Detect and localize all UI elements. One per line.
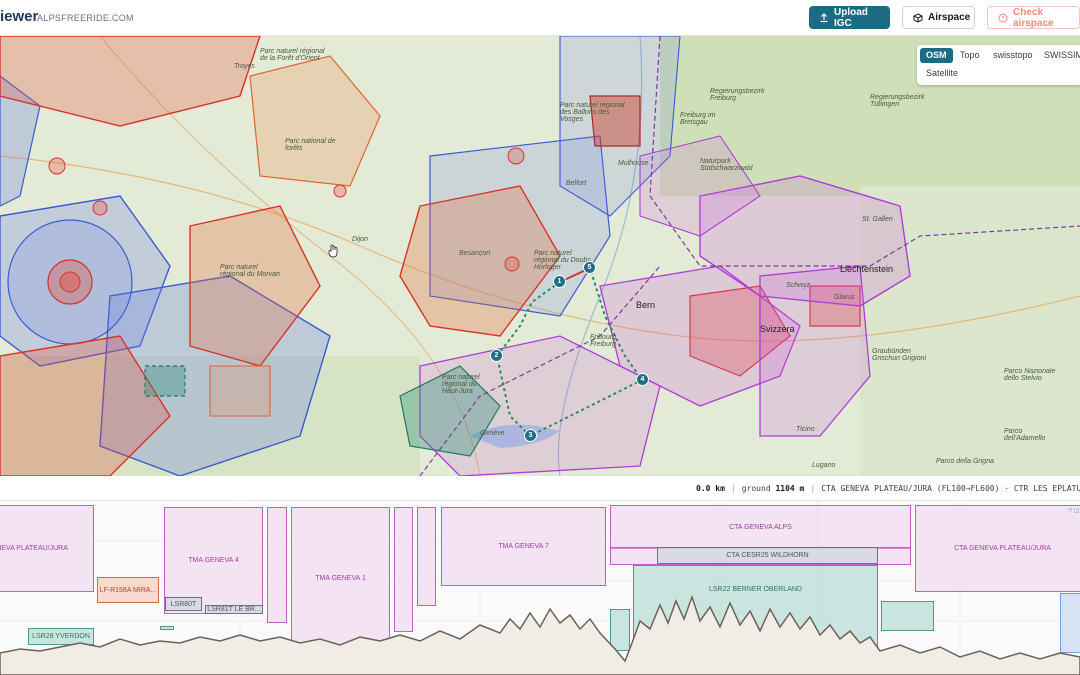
layer-swisstopo-button[interactable]: swisstopo [987, 48, 1039, 63]
map-label: Parc naturel régional du Morvan [220, 264, 280, 278]
map-label: Parc naturel régional du Haut-Jura [442, 374, 480, 395]
map-label: Fribourg Freiburg [590, 334, 617, 348]
waypoint-marker-4[interactable]: 4 [636, 373, 649, 386]
terrain-profile [0, 594, 1080, 675]
map-label: Bern [636, 300, 656, 310]
map-label: Graubünden Grischun Grigioni [872, 348, 927, 362]
airspace-button[interactable]: Airspace [902, 6, 975, 29]
layer-swissimage-button[interactable]: SWISSIMA [1038, 48, 1080, 63]
upload-icon [820, 12, 828, 22]
profile-status-bar: 0.0 km | ground 1104 m | CTA GENEVA PLATEAU/… [0, 476, 1080, 501]
layer-osm-button[interactable]: OSM [920, 48, 953, 63]
map-label: Mulhouse [618, 160, 649, 167]
layer-satellite-button[interactable]: Satellite [920, 66, 964, 81]
map-label: Naturpark Südschwarzwald [700, 158, 753, 172]
map-label: Parc naturel régional des Ballons des Vo… [560, 102, 625, 123]
map-label: St. Gallen [862, 216, 893, 223]
check-airspace-button[interactable]: Check airspace [987, 6, 1080, 29]
waypoint-marker-1[interactable]: 1 [553, 275, 566, 288]
waypoint-marker-2[interactable]: 2 [490, 349, 503, 362]
upload-igc-button[interactable]: Upload IGC [809, 6, 890, 29]
map-label: Besançon [459, 250, 491, 257]
map-label: Parco Nazionale dello Stelvio [1004, 368, 1056, 382]
map-label: Regierungsbezirk Tübingen [870, 94, 925, 108]
waypoint-marker-3[interactable]: 3 [524, 429, 537, 442]
distance-value: 0.0 km [696, 484, 725, 493]
map-label: Glarus [834, 294, 855, 301]
cube-icon [913, 12, 923, 23]
map-label: Ticino [796, 426, 815, 433]
map-label: Freiburg im Breisgau [680, 112, 716, 126]
upload-igc-label: Upload IGC [834, 6, 868, 29]
map-label: Parc naturel régional de la Forêt d'Orie… [260, 48, 325, 62]
map-label: Troyes [234, 63, 255, 70]
ground-value: 1104 m [775, 484, 805, 493]
app-title: iewer [0, 8, 39, 25]
ground-label: ground [741, 484, 771, 493]
airspace-list: CTA GENEVA PLATEAU/JURA (FL100→FL600) · … [821, 484, 1080, 493]
map-label: Dijon [352, 236, 368, 243]
map-label: Genève [480, 430, 505, 437]
map-label: Parco dell'Adamello [1004, 428, 1046, 442]
cursor-readout: 0.0 km | ground 1104 m | CTA GENEVA PLATEAU/… [696, 484, 1080, 493]
layer-switcher: OSM Topo swisstopo SWISSIMA Satellite [917, 45, 1080, 85]
top-bar: iewer ALPSFREERIDE.COM Upload IGC Airspa… [0, 0, 1080, 36]
map-label: Liechtenstein [840, 264, 894, 274]
hand-cursor-icon [328, 244, 338, 258]
map-view[interactable]: Troyes Parc naturel régional de la Forêt… [0, 36, 1080, 476]
airspace-label: Airspace [928, 12, 971, 23]
map-label: Belfort [566, 180, 587, 187]
layer-topo-button[interactable]: Topo [954, 48, 986, 63]
map-label: Parc national de forêts [285, 138, 336, 152]
alert-circle-icon [998, 13, 1008, 22]
waypoint-marker-5[interactable]: 5 [583, 261, 596, 274]
map-label: Parco della Grigna [936, 458, 994, 465]
check-airspace-label: Check airspace [1013, 6, 1054, 29]
map-label: Regierungsbezirk Freiburg [710, 88, 765, 102]
map-label: Lugano [812, 462, 836, 469]
map-label: Schwyz [786, 282, 811, 289]
map-label: Svizzera [760, 324, 795, 334]
app-subtitle: ALPSFREERIDE.COM [37, 13, 134, 23]
altitude-profile[interactable]: GENEVA PLATEAU/JURA TMA GENEVA 4 LF-R158… [0, 501, 1080, 675]
